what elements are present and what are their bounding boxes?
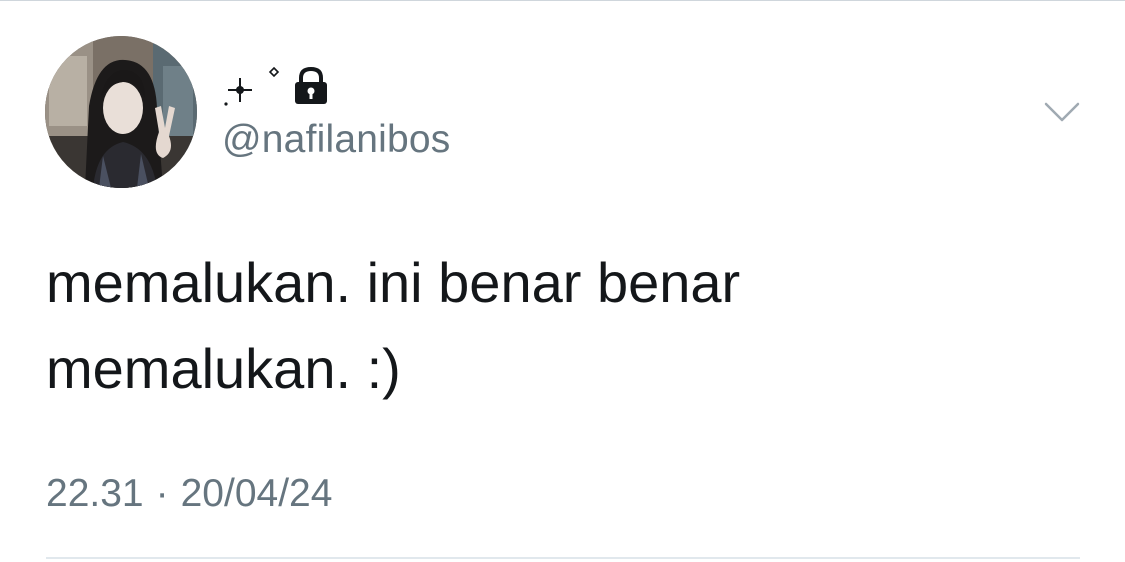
display-name[interactable]	[222, 64, 330, 108]
avatar-photo	[45, 36, 197, 188]
timestamp[interactable]: 22.31 · 20/04/24	[46, 472, 332, 516]
tweet-text: memalukan. ini benar benar memalukan. :)	[46, 240, 1076, 412]
lock-icon	[295, 66, 327, 104]
tweet-time: 22.31	[46, 472, 144, 515]
avatar[interactable]	[45, 36, 197, 188]
tweet-text-line: memalukan. ini benar benar	[46, 251, 741, 314]
sparkle-icon	[224, 66, 280, 106]
user-handle[interactable]: @nafilanibos	[222, 118, 450, 162]
tweet-date: 20/04/24	[180, 472, 333, 515]
separator-dot: ·	[155, 472, 169, 515]
tweet-text-line: memalukan. :)	[46, 337, 401, 400]
bottom-divider	[46, 557, 1080, 559]
top-border	[0, 0, 1125, 1]
chevron-down-icon[interactable]	[1042, 98, 1082, 128]
